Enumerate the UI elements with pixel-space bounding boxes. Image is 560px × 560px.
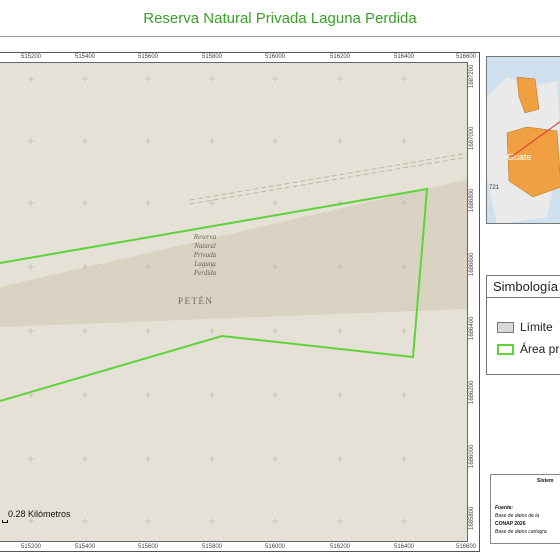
- title-divider: [0, 36, 560, 37]
- x-tick-label-bottom: 515600: [137, 544, 159, 550]
- y-tick-label: 1686000: [469, 444, 475, 468]
- x-tick-label-top: 516200: [329, 54, 351, 60]
- inset-canvas: Guate 721: [487, 76, 560, 223]
- x-tick-label-bottom: 516400: [393, 544, 415, 550]
- scale-label: 0.28 Kilómetros: [8, 509, 71, 519]
- source-fuente: Fuente:: [495, 505, 514, 511]
- x-tick-label-bottom: 515800: [201, 544, 223, 550]
- scale-bar: [2, 520, 8, 523]
- reserve-label-line-5: Perdida: [193, 269, 217, 277]
- source-heading: Sistem: [537, 478, 554, 484]
- protected-area-fill: [0, 179, 467, 327]
- x-tick-label-bottom: 515400: [74, 544, 96, 550]
- legend: Simbología Límite Área pr: [486, 275, 560, 375]
- source-line-1: Base de datos de la: [495, 513, 540, 519]
- reserve-label-line-4: Laguna: [193, 260, 216, 268]
- reserve-label-line-3: Privada: [193, 251, 217, 259]
- x-tick-label-bottom: 516200: [329, 544, 351, 550]
- legend-swatch-limit: [497, 322, 514, 333]
- y-tick-label: 1686600: [469, 252, 475, 276]
- reserve-label-text: Reserva Natural Privada Laguna Perdida: [193, 233, 217, 277]
- source-line-3: Base de datos cartogra: [495, 529, 547, 535]
- map-canvas: Reserva Natural Privada Laguna Perdida P…: [0, 76, 467, 524]
- reserve-label-line-2: Natural: [193, 242, 216, 250]
- inset-map[interactable]: Guate 721: [486, 56, 560, 224]
- x-tick-label-top: 515800: [201, 54, 223, 60]
- reserve-label-line-1: Reserva: [193, 233, 217, 241]
- region-label: PETÉN: [178, 296, 214, 306]
- legend-label-limit: Límite: [520, 320, 553, 334]
- legend-divider: [487, 297, 560, 298]
- x-tick-label-bottom: 515200: [20, 544, 42, 550]
- x-tick-label-top: 515200: [20, 54, 42, 60]
- legend-title: Simbología: [493, 279, 559, 294]
- x-tick-label-top: 516000: [264, 54, 286, 60]
- map-title: Reserva Natural Privada Laguna Perdida: [143, 10, 417, 27]
- inset-road-label: 721: [489, 185, 500, 191]
- source-line-2: CONAP 2026: [495, 521, 526, 527]
- y-tick-label: 1686400: [469, 316, 475, 340]
- x-tick-label-top: 516400: [393, 54, 415, 60]
- source-box: Sistem Fuente: Base de datos de la CONAP…: [490, 474, 560, 544]
- x-tick-label-top: 515400: [74, 54, 96, 60]
- inset-country-label: Guate: [507, 152, 532, 162]
- y-tick-label: 1685800: [469, 506, 475, 530]
- x-tick-label-bottom: 516600: [455, 544, 477, 550]
- legend-label-protected: Área pr: [520, 342, 560, 356]
- y-tick-label: 1687000: [469, 126, 475, 150]
- y-tick-label: 1687200: [469, 64, 475, 88]
- y-tick-label: 1686200: [469, 380, 475, 404]
- x-tick-label-top: 515600: [137, 54, 159, 60]
- x-tick-label-bottom: 516000: [264, 544, 286, 550]
- legend-swatch-protected: [497, 344, 514, 355]
- y-tick-label: 1686800: [469, 188, 475, 212]
- main-map[interactable]: Reserva Natural Privada Laguna Perdida P…: [0, 62, 468, 542]
